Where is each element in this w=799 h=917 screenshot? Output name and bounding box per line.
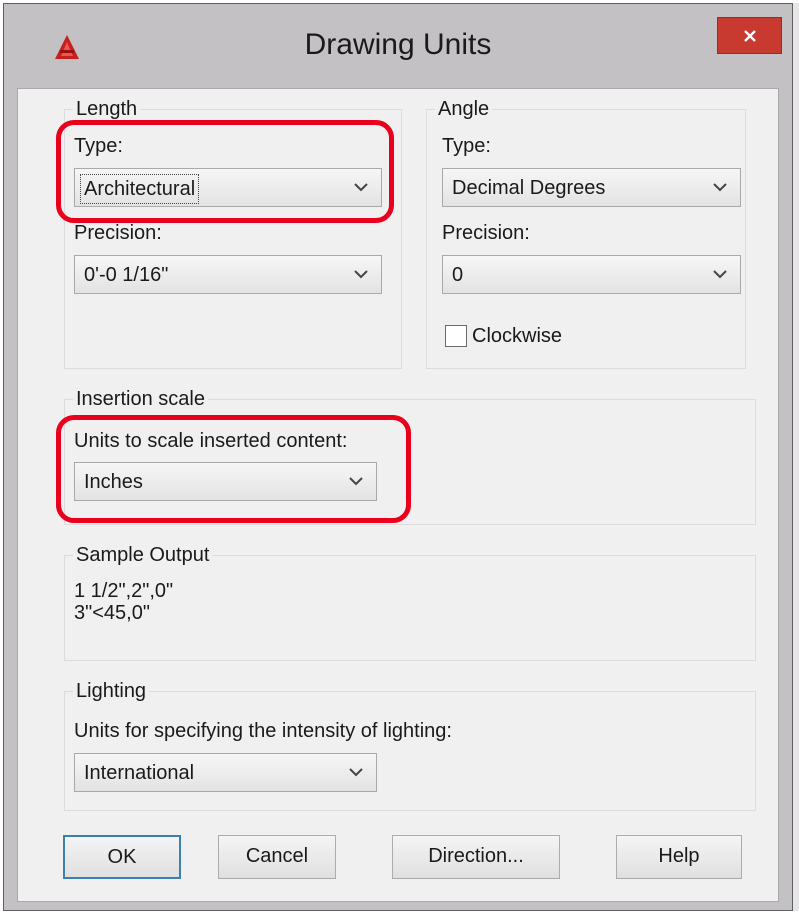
angle-type-label: Type: [442, 135, 491, 157]
help-button-label: Help [658, 845, 700, 867]
lighting-units-label: Units for specifying the intensity of li… [74, 720, 452, 742]
insertion-units-label: Units to scale inserted content: [74, 430, 348, 452]
insertion-units-value: Inches [84, 471, 143, 493]
chevron-down-icon [354, 270, 368, 279]
sample-output-group-label: Sample Output [73, 543, 213, 567]
lighting-group-label: Lighting [73, 679, 150, 703]
chevron-down-icon [349, 768, 363, 777]
angle-group-label: Angle [435, 97, 493, 121]
dialog-body: Length Type: Architectural Precision: 0'… [17, 88, 779, 902]
angle-precision-value: 0 [452, 264, 464, 286]
close-button[interactable] [717, 17, 782, 54]
chevron-down-icon [354, 183, 368, 192]
angle-type-select[interactable]: Decimal Degrees [442, 168, 741, 207]
drawing-units-dialog: Drawing Units Length Type: Architectural… [3, 3, 793, 911]
close-icon [743, 29, 756, 42]
angle-precision-label: Precision: [442, 222, 530, 244]
sample-output-group: Sample Output [64, 543, 756, 661]
title-bar[interactable]: Drawing Units [4, 4, 792, 88]
insertion-scale-group-label: Insertion scale [73, 387, 208, 411]
lighting-units-value: International [84, 762, 195, 784]
length-precision-select[interactable]: 0'-0 1/16" [74, 255, 382, 294]
dialog-title: Drawing Units [304, 28, 492, 61]
insertion-units-select[interactable]: Inches [74, 462, 377, 501]
length-type-select[interactable]: Architectural [74, 168, 382, 207]
lighting-group: Lighting [64, 679, 756, 811]
length-type-label: Type: [74, 135, 123, 157]
sample-output-line-1: 1 1/2",2",0" [74, 580, 174, 602]
cancel-button[interactable]: Cancel [218, 835, 336, 879]
background-edge-bottom [0, 911, 799, 917]
chevron-down-icon [349, 477, 363, 486]
angle-precision-select[interactable]: 0 [442, 255, 741, 294]
length-precision-value: 0'-0 1/16" [84, 264, 169, 286]
lighting-units-select[interactable]: International [74, 753, 377, 792]
length-precision-label: Precision: [74, 222, 162, 244]
length-group-label: Length [73, 97, 141, 121]
background-edge [793, 3, 799, 911]
angle-type-value: Decimal Degrees [452, 177, 606, 199]
chevron-down-icon [713, 270, 727, 279]
ok-button[interactable]: OK [63, 835, 181, 879]
help-button[interactable]: Help [616, 835, 742, 879]
chevron-down-icon [713, 183, 727, 192]
direction-button[interactable]: Direction... [392, 835, 560, 879]
clockwise-checkbox[interactable] [445, 325, 467, 347]
length-type-value: Architectural [80, 174, 200, 204]
direction-button-label: Direction... [428, 845, 524, 867]
clockwise-label[interactable]: Clockwise [472, 324, 562, 348]
sample-output-line-2: 3"<45,0" [74, 602, 150, 624]
